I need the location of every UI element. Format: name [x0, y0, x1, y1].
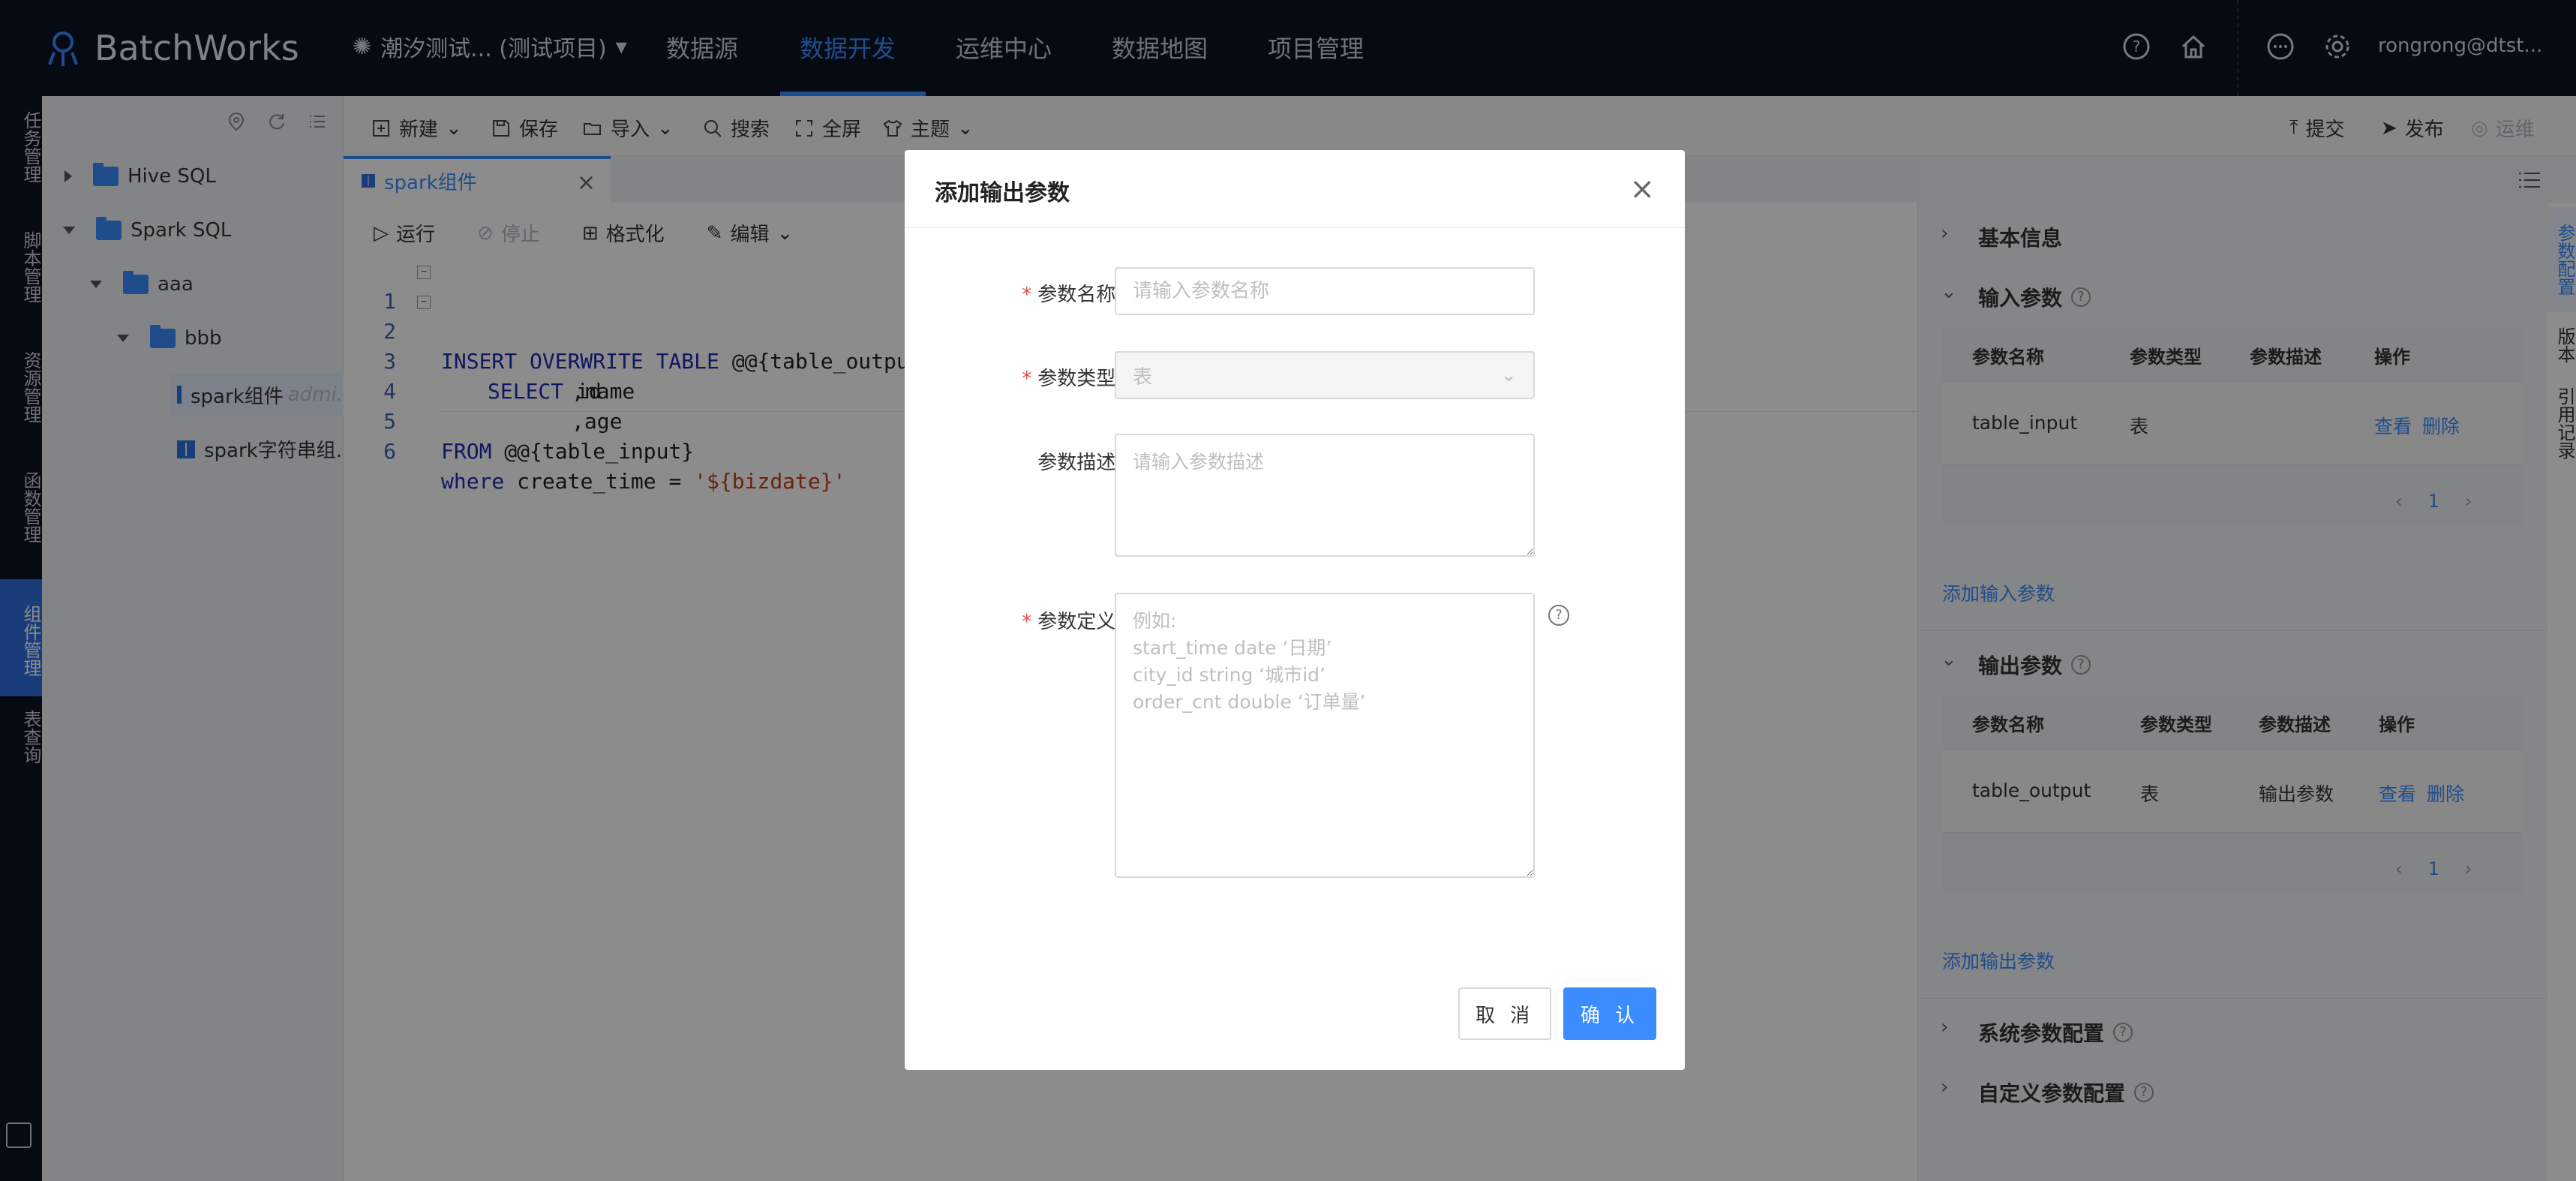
param-name-label: * 参数名称:: [1022, 279, 1122, 307]
help-icon[interactable]: ?: [1548, 605, 1569, 626]
confirm-button[interactable]: 确 认: [1563, 987, 1656, 1040]
label-text: 参数类型:: [1037, 368, 1122, 390]
required-mark: *: [1022, 284, 1032, 306]
close-icon[interactable]: ×: [1629, 174, 1655, 204]
cancel-button[interactable]: 取 消: [1458, 987, 1551, 1040]
param-type-select[interactable]: 表 ⌄: [1115, 351, 1535, 399]
param-name-input[interactable]: [1115, 267, 1535, 315]
param-def-textarea[interactable]: [1115, 593, 1535, 878]
param-desc-label: 参数描述:: [1037, 447, 1122, 475]
param-desc-textarea[interactable]: [1115, 434, 1535, 557]
required-mark: *: [1022, 368, 1032, 390]
param-type-label: * 参数类型:: [1022, 363, 1122, 391]
label-text: 参数描述:: [1037, 452, 1122, 474]
selected-value: 表: [1133, 365, 1153, 389]
param-def-label: * 参数定义:: [1022, 606, 1122, 634]
label-text: 参数名称:: [1037, 284, 1122, 306]
chevron-down-icon: ⌄: [1500, 364, 1517, 386]
dialog-title: 添加输出参数: [935, 180, 1070, 206]
label-text: 参数定义:: [1037, 611, 1122, 633]
required-mark: *: [1022, 611, 1032, 633]
add-output-param-dialog: 添加输出参数 × *参数名称: *参数类型: 表 ⌄ 参数描述: *参数定义: …: [905, 150, 1685, 1070]
dialog-header: 添加输出参数 ×: [905, 150, 1685, 228]
